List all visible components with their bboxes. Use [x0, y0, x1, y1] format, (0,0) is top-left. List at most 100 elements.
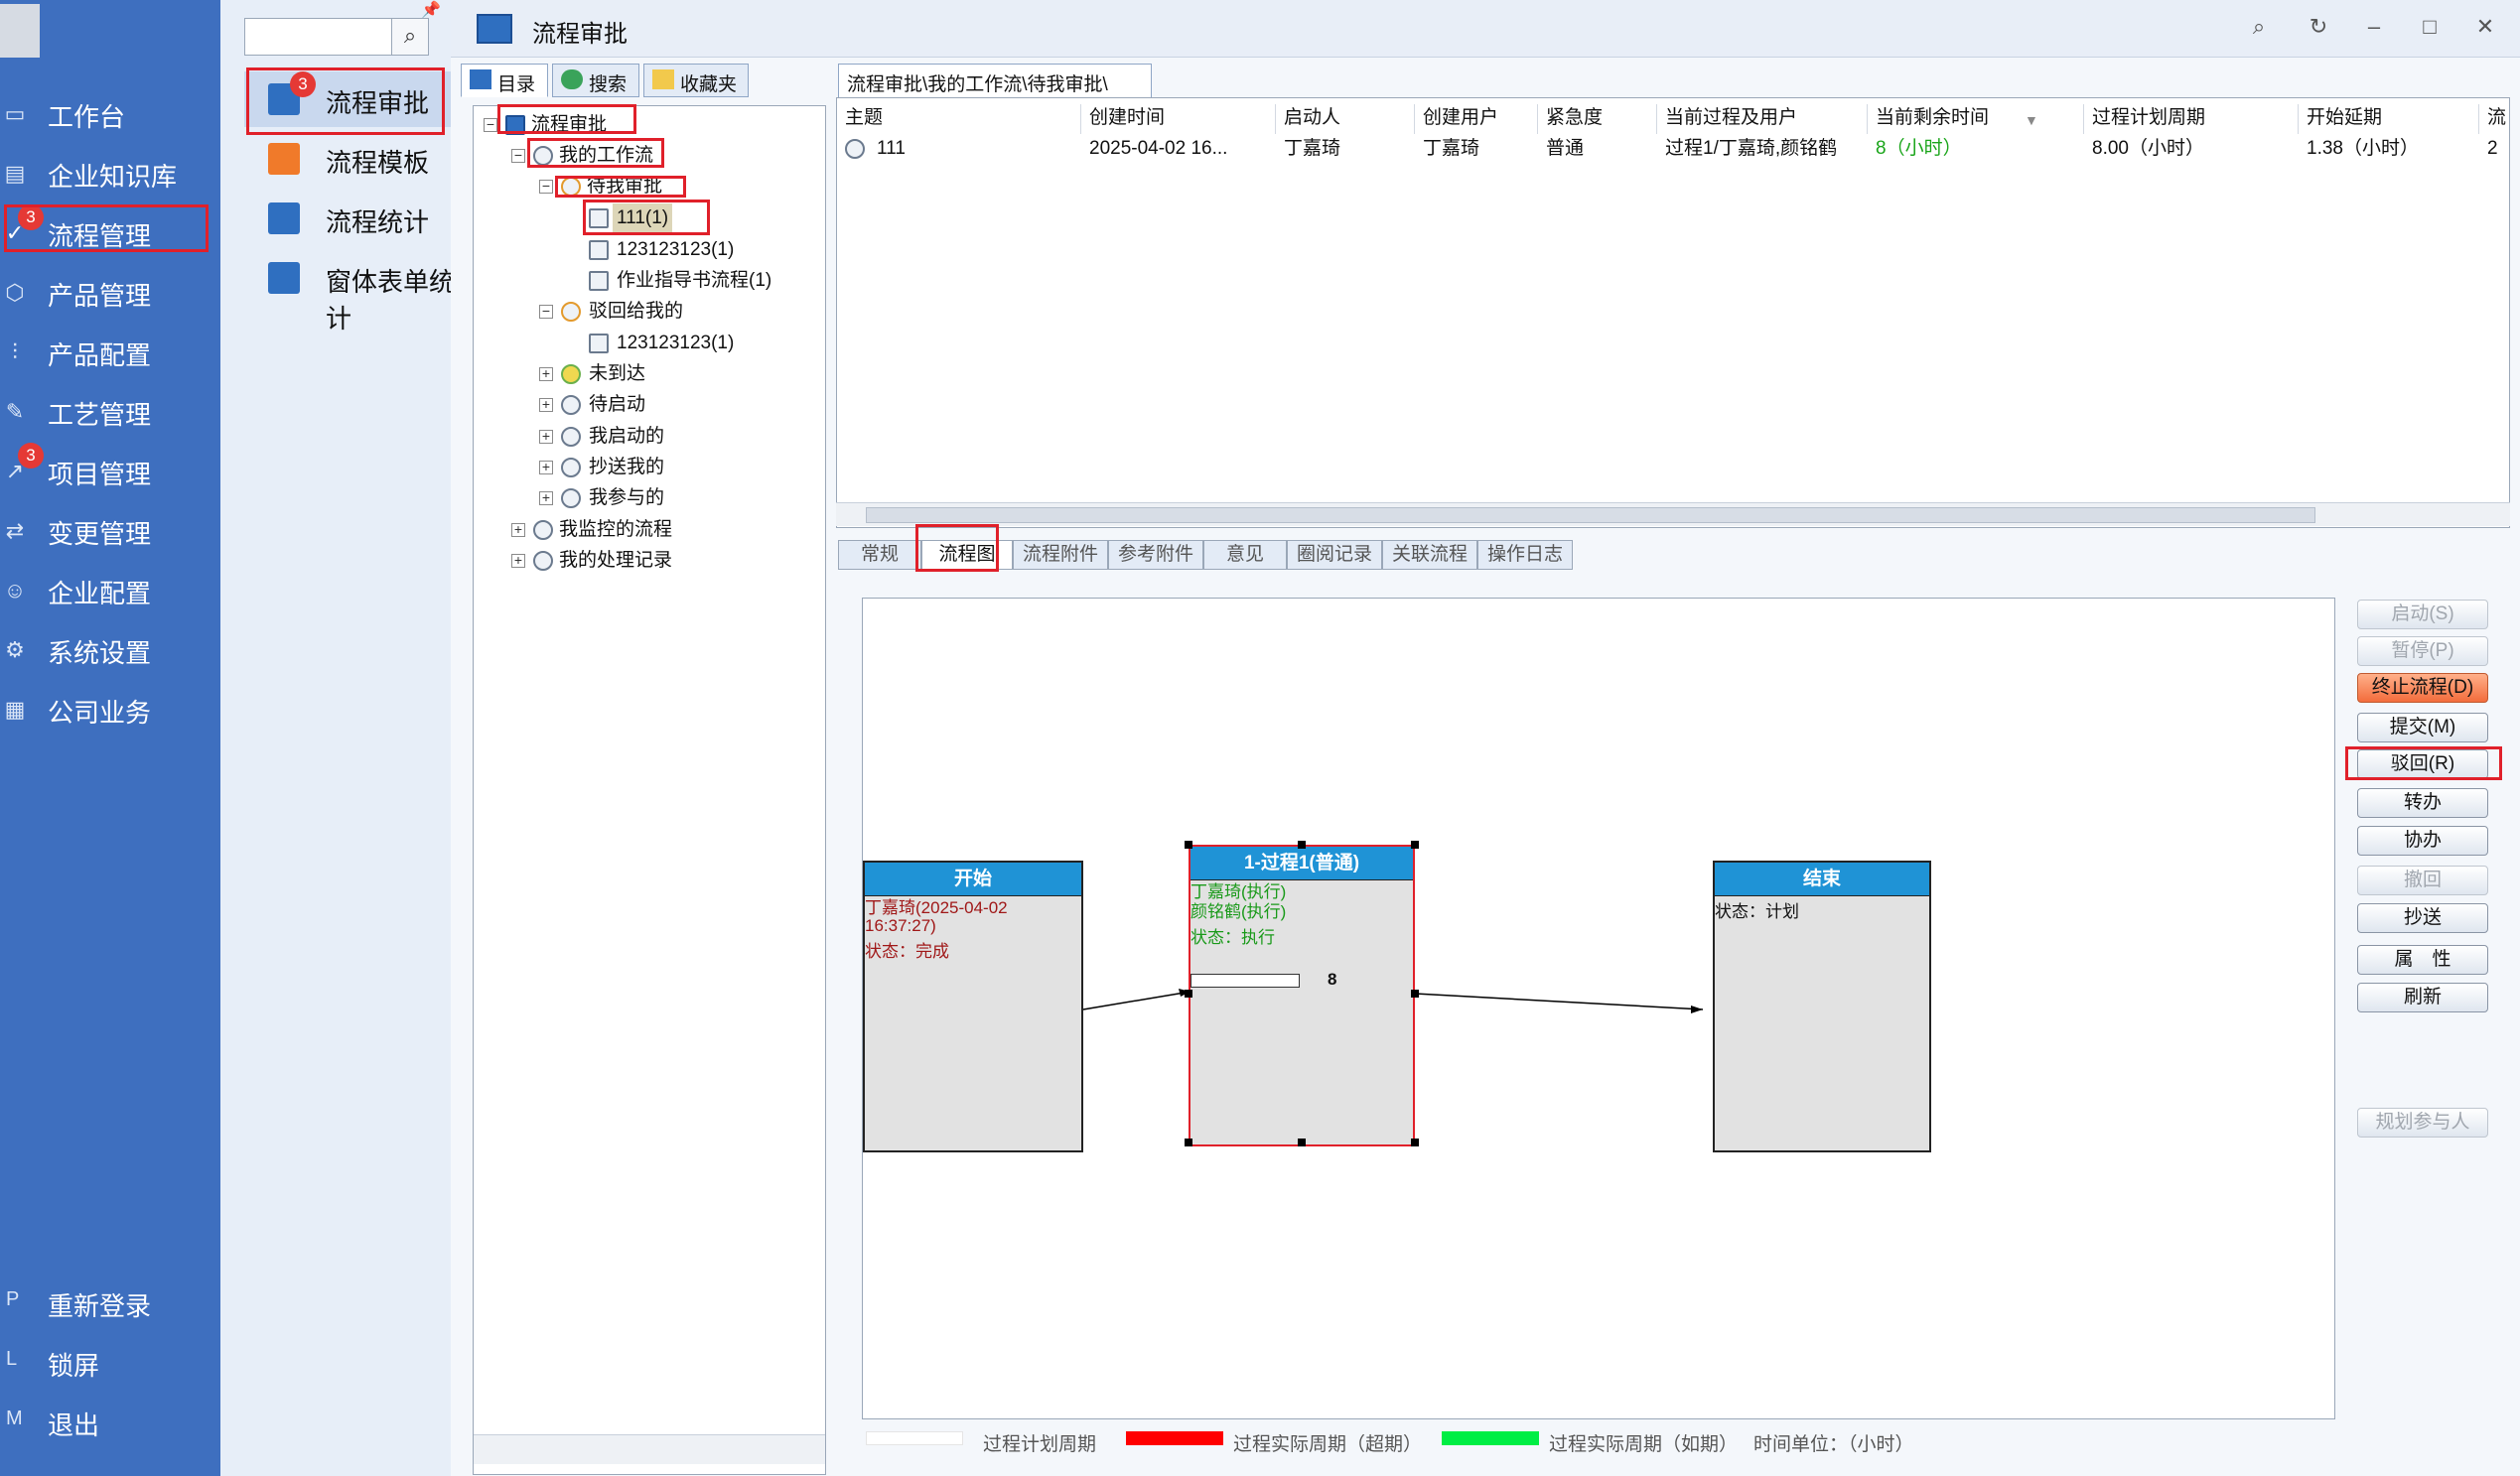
tab-review-records[interactable]: 圈阅记录	[1287, 540, 1382, 570]
properties-button[interactable]: 属 性	[2357, 945, 2488, 975]
search-icon[interactable]: ⌕	[391, 18, 429, 56]
refresh-button[interactable]: 刷新	[2357, 983, 2488, 1012]
tab-search[interactable]: 搜索	[552, 64, 639, 97]
collapse-icon[interactable]: −	[484, 117, 497, 132]
resize-handle[interactable]	[1411, 1139, 1419, 1146]
tree-node-records[interactable]: + 我的处理记录	[480, 546, 797, 576]
resize-handle[interactable]	[1411, 990, 1419, 998]
tab-general[interactable]: 常规	[838, 540, 921, 570]
tab-related[interactable]: 关联流程	[1382, 540, 1477, 570]
nav-item-enterprise[interactable]: ☺ 企业配置	[0, 562, 220, 617]
flow-node-start[interactable]: 开始 丁嘉琦(2025-04-02 16:37:27) 状态：完成	[863, 861, 1083, 1152]
column-header[interactable]: 紧急度	[1538, 104, 1657, 134]
sub-item-form-stats[interactable]: 窗体表单统计	[244, 250, 473, 334]
nav-item-business[interactable]: ▦ 公司业务	[0, 681, 220, 737]
nav-badge: 3	[18, 443, 44, 469]
column-header[interactable]: 流	[2479, 104, 2509, 134]
flow-node-process[interactable]: 1-过程1(普通) 丁嘉琦(执行) 颜铭鹤(执行) 状态：执行 8	[1189, 845, 1415, 1146]
highlight-box	[915, 524, 999, 572]
close-icon[interactable]: ✕	[2470, 12, 2500, 42]
resize-handle[interactable]	[1411, 841, 1419, 849]
collapse-icon[interactable]: −	[511, 148, 525, 163]
nav-item-product-config[interactable]: ⫶ 产品配置	[0, 324, 220, 379]
resize-handle[interactable]	[1185, 1139, 1192, 1146]
highlight-box	[583, 200, 710, 235]
relogin-button[interactable]: P 重新登录	[0, 1278, 220, 1328]
logout-button[interactable]: M 退出	[0, 1398, 220, 1447]
expand-icon[interactable]: +	[539, 460, 553, 474]
minimize-icon[interactable]: –	[2359, 12, 2389, 42]
nav-item-craft[interactable]: ✎ 工艺管理	[0, 383, 220, 439]
expand-icon[interactable]: +	[511, 553, 525, 568]
sort-desc-icon[interactable]: ▼	[2025, 112, 2038, 128]
search-icon[interactable]: ⌕	[2244, 12, 2274, 42]
legend-ontime-swatch	[1442, 1431, 1539, 1445]
withdraw-button[interactable]: 撤回	[2357, 866, 2488, 895]
column-header[interactable]: 启动人	[1276, 104, 1415, 134]
nav-item-knowledge[interactable]: ▤ 企业知识库	[0, 145, 220, 201]
tree-node-rejected[interactable]: − 驳回给我的	[480, 297, 797, 327]
tree-node-not-arrived[interactable]: + 未到达	[480, 359, 797, 389]
plan-participants-button[interactable]: 规划参与人	[2357, 1108, 2488, 1138]
tab-favorites[interactable]: 收藏夹	[643, 64, 749, 97]
table-row[interactable]: 111 2025-04-02 16... 丁嘉琦 丁嘉琦 普通 过程1/丁嘉琦,…	[837, 134, 2509, 164]
tree-node-participated[interactable]: + 我参与的	[480, 483, 797, 513]
maximize-icon[interactable]: □	[2415, 12, 2445, 42]
sub-item-statistics[interactable]: 流程统计	[244, 191, 473, 246]
nav-item-change[interactable]: ⇄ 变更管理	[0, 502, 220, 558]
column-header[interactable]: 开始延期	[2299, 104, 2479, 134]
column-header[interactable]: 当前过程及用户	[1657, 104, 1868, 134]
expand-icon[interactable]: +	[539, 366, 553, 381]
tree-node-item[interactable]: 作业指导书流程(1)	[480, 266, 797, 296]
resize-handle[interactable]	[1185, 841, 1192, 849]
nav-item-workbench[interactable]: ▭ 工作台	[0, 85, 220, 141]
column-header[interactable]: 主题	[837, 104, 1081, 134]
expand-icon[interactable]: +	[539, 429, 553, 444]
collapse-icon[interactable]: −	[539, 304, 553, 319]
node-status: 状态：完成	[865, 942, 949, 961]
nav-item-settings[interactable]: ⚙ 系统设置	[0, 621, 220, 677]
expand-icon[interactable]: +	[539, 397, 553, 412]
tree-node-item[interactable]: 123123123(1)	[480, 235, 797, 265]
refresh-icon[interactable]: ↻	[2304, 12, 2333, 42]
tab-attachments[interactable]: 流程附件	[1013, 540, 1108, 570]
avatar[interactable]	[0, 4, 40, 58]
assist-button[interactable]: 协办	[2357, 826, 2488, 856]
expand-icon[interactable]: +	[511, 522, 525, 537]
tree-node-monitored[interactable]: + 我监控的流程	[480, 515, 797, 545]
resize-handle[interactable]	[1298, 841, 1306, 849]
tree-node-cc[interactable]: + 抄送我的	[480, 453, 797, 482]
expand-icon[interactable]: +	[539, 490, 553, 505]
column-header[interactable]: 过程计划周期	[2084, 104, 2299, 134]
collapse-icon[interactable]: −	[539, 179, 553, 194]
cc-button[interactable]: 抄送	[2357, 903, 2488, 933]
tree-node-item[interactable]: 123123123(1)	[480, 329, 797, 358]
column-header[interactable]: 当前剩余时间	[1868, 104, 2084, 134]
table-scrollbar[interactable]	[836, 502, 2510, 526]
search-input[interactable]	[244, 18, 399, 56]
lock-screen-button[interactable]: L 锁屏	[0, 1338, 220, 1388]
start-button[interactable]: 启动(S)	[2357, 600, 2488, 629]
transfer-button[interactable]: 转办	[2357, 788, 2488, 818]
flow-node-end[interactable]: 结束 状态：计划	[1713, 861, 1931, 1152]
tree-node-started[interactable]: + 我启动的	[480, 422, 797, 452]
nav-item-product[interactable]: ⬡ 产品管理	[0, 264, 220, 320]
resize-handle[interactable]	[1298, 1139, 1306, 1146]
pause-button[interactable]: 暂停(P)	[2357, 636, 2488, 666]
tab-reference[interactable]: 参考附件	[1108, 540, 1203, 570]
resize-handle[interactable]	[1185, 990, 1192, 998]
pin-icon[interactable]: 📌	[421, 0, 441, 20]
terminate-button[interactable]: 终止流程(D)	[2357, 673, 2488, 703]
column-header[interactable]: 创建时间	[1081, 104, 1276, 134]
sub-item-template[interactable]: 流程模板	[244, 131, 473, 187]
tab-operation-log[interactable]: 操作日志	[1477, 540, 1573, 570]
scrollbar-thumb[interactable]	[866, 507, 2315, 523]
tree-node-to-start[interactable]: + 待启动	[480, 390, 797, 420]
column-header[interactable]: 创建用户	[1415, 104, 1538, 134]
wrench-icon: ✎	[5, 399, 25, 424]
nav-item-project[interactable]: ↗ 3 项目管理	[0, 443, 220, 498]
tab-opinion[interactable]: 意见	[1203, 540, 1287, 570]
tab-directory[interactable]: 目录	[461, 64, 548, 97]
tree-scrollbar[interactable]	[474, 1434, 825, 1464]
submit-button[interactable]: 提交(M)	[2357, 713, 2488, 742]
